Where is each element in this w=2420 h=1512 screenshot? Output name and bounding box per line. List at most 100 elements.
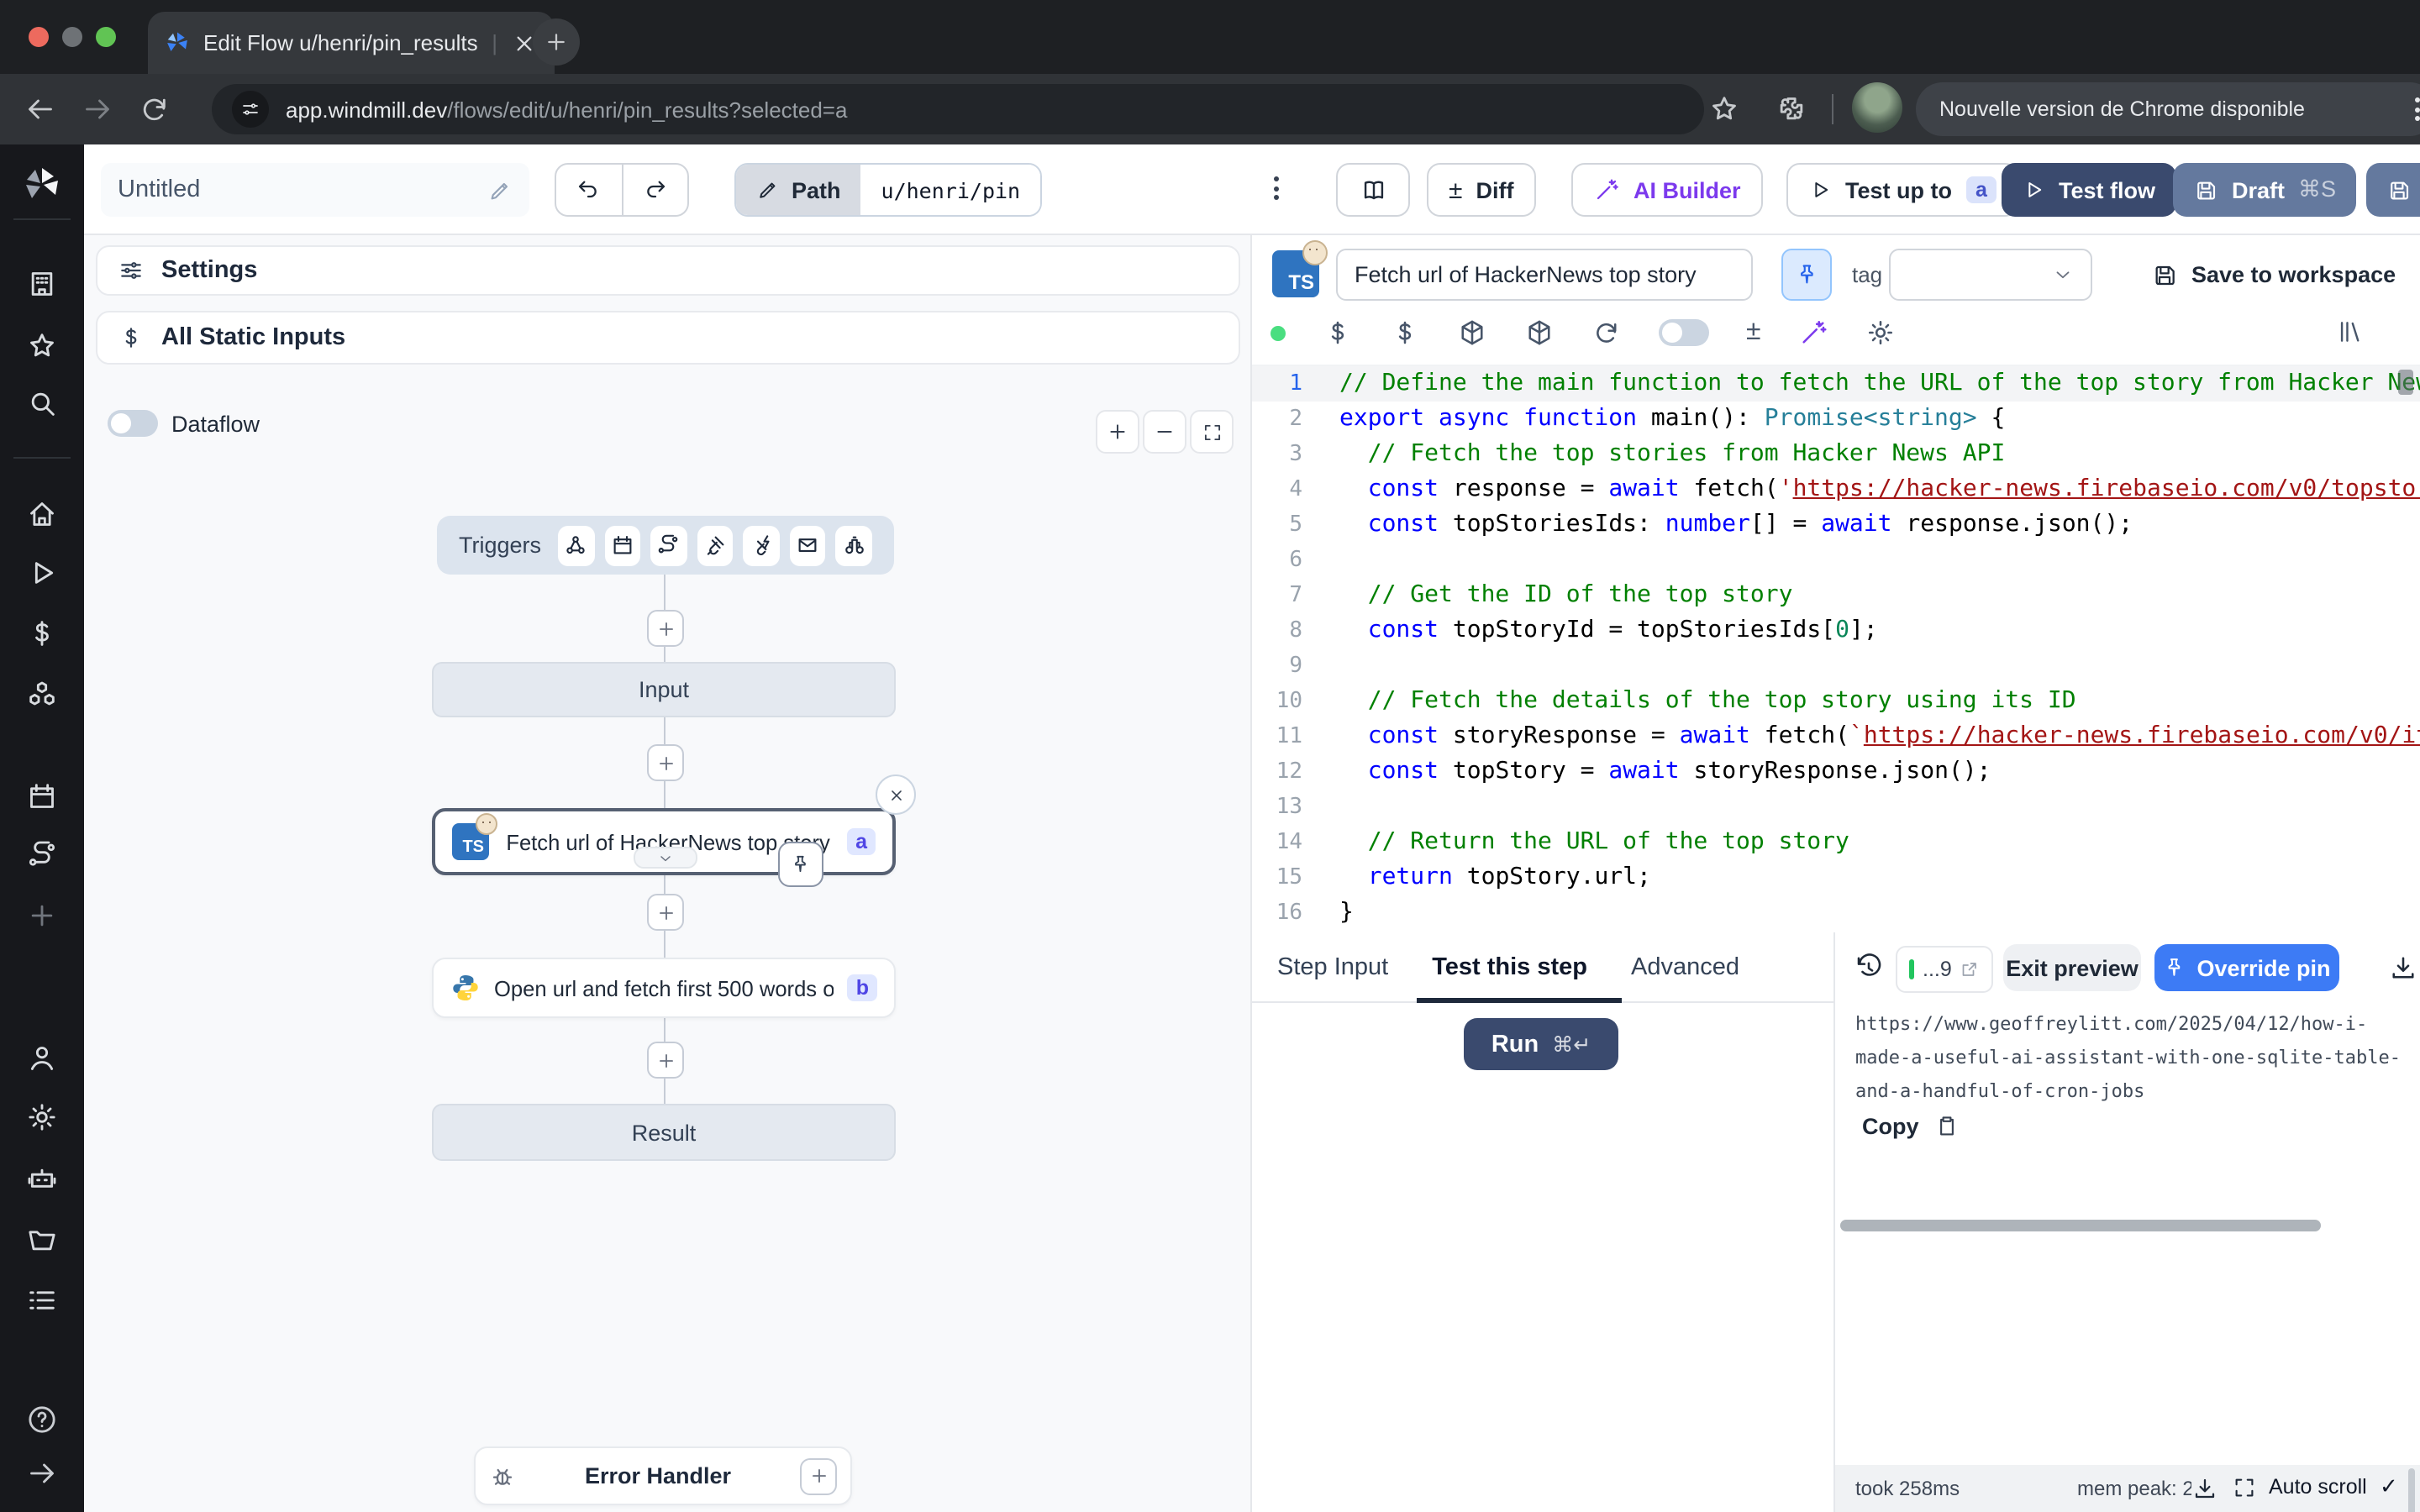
profile-avatar[interactable] — [1852, 82, 1902, 133]
save-to-workspace-button[interactable]: Save to workspace — [2151, 249, 2396, 301]
browser-tab[interactable]: Edit Flow u/henri/pin_results | — [148, 12, 555, 74]
sidebar-item-flows[interactable] — [25, 838, 59, 872]
sidebar-item-schedules[interactable] — [25, 780, 59, 813]
flow-name-input[interactable]: Untitled — [101, 163, 529, 217]
editor-toggle[interactable] — [1659, 319, 1709, 346]
new-tab-button[interactable] — [533, 18, 580, 66]
vertical-scrollbar[interactable] — [2408, 1468, 2415, 1512]
test-up-to-button[interactable]: Test up to a — [1786, 163, 2019, 217]
bookmark-star-icon[interactable] — [1707, 92, 1741, 126]
sidebar-item-resources[interactable] — [25, 679, 59, 712]
webhook-trigger-button[interactable] — [558, 525, 594, 565]
sidebar-item-workspace[interactable] — [25, 267, 59, 301]
redo-button[interactable] — [621, 165, 687, 215]
job-link-badge[interactable]: ...9 — [1896, 946, 1994, 993]
tab-test-this-step[interactable]: Test this step — [1432, 953, 1587, 980]
diff-icon[interactable]: ± — [1746, 318, 1761, 348]
address-bar[interactable]: app.windmill.dev/flows/edit/u/henri/pin_… — [212, 84, 1704, 134]
package-button[interactable] — [1524, 318, 1555, 348]
result-node[interactable]: Result — [432, 1104, 896, 1161]
test-flow-button[interactable]: Test flow — [2002, 163, 2175, 217]
zoom-in-button[interactable] — [1096, 410, 1139, 454]
override-pin-button[interactable]: Override pin — [2154, 944, 2339, 991]
code-editor[interactable]: 1// Define the main function to fetch th… — [1252, 365, 2420, 934]
ai-builder-button[interactable]: AI Builder — [1571, 163, 1763, 217]
draft-button[interactable]: Draft ⌘S — [2173, 163, 2356, 217]
sidebar-item-audit-logs[interactable] — [25, 1284, 59, 1317]
triggers-node[interactable]: Triggers — [437, 516, 894, 575]
sidebar-item-create[interactable] — [25, 899, 59, 932]
sidebar-item-help[interactable] — [25, 1403, 59, 1436]
windmill-logo[interactable] — [22, 165, 62, 205]
sidebar-item-home[interactable] — [25, 497, 59, 531]
extensions-icon[interactable] — [1775, 92, 1808, 126]
history-button[interactable] — [1854, 953, 1884, 983]
dataflow-toggle[interactable] — [108, 410, 158, 437]
sidebar-item-settings[interactable] — [25, 1100, 59, 1134]
fit-view-button[interactable] — [1190, 410, 1234, 454]
sidebar-item-workers[interactable] — [25, 1163, 59, 1196]
site-settings-icon[interactable] — [232, 91, 269, 128]
pinned-step-badge[interactable] — [778, 842, 823, 887]
expand-logs-button[interactable] — [2232, 1475, 2257, 1500]
step-title-input[interactable]: Fetch url of HackerNews top story — [1336, 249, 1753, 301]
tab-step-input[interactable]: Step Input — [1277, 953, 1388, 980]
sidebar-item-runs[interactable] — [25, 556, 59, 590]
add-step-button[interactable] — [647, 744, 684, 781]
forward-button[interactable] — [81, 92, 114, 126]
pin-button-active[interactable] — [1781, 249, 1832, 301]
copy-result-button[interactable]: Copy — [1862, 1114, 1960, 1139]
sidebar-item-search[interactable] — [25, 386, 59, 420]
sidebar-item-favorites[interactable] — [25, 329, 59, 363]
sidebar-item-folders[interactable] — [25, 1223, 59, 1257]
email-trigger-button[interactable] — [790, 525, 826, 565]
add-step-button[interactable] — [647, 1042, 684, 1079]
add-resource-button[interactable] — [1390, 318, 1420, 348]
add-error-handler-button[interactable] — [800, 1457, 837, 1494]
exit-preview-button[interactable]: Exit preview — [2003, 944, 2141, 991]
sidebar-expand-button[interactable] — [25, 1457, 59, 1490]
add-variable-button[interactable] — [1323, 318, 1353, 348]
download-logs-button[interactable] — [2191, 1475, 2218, 1502]
more-menu-button[interactable] — [1274, 176, 1279, 200]
route-trigger-button[interactable] — [650, 525, 687, 565]
window-zoom-button[interactable] — [96, 27, 116, 47]
add-step-button[interactable] — [647, 610, 684, 647]
tab-advanced[interactable]: Advanced — [1631, 953, 1739, 980]
auto-scroll-check[interactable]: ✓ — [2380, 1473, 2398, 1500]
editor-settings-button[interactable] — [1865, 318, 1896, 348]
sidebar-item-users[interactable] — [25, 1042, 59, 1075]
flow-settings-row[interactable]: Settings — [96, 245, 1240, 296]
reset-button[interactable] — [1591, 318, 1622, 348]
download-result-button[interactable] — [2388, 953, 2418, 983]
websocket-trigger-button[interactable] — [697, 525, 733, 565]
kafka-trigger-button[interactable] — [744, 525, 780, 565]
editor-scrollbar-thumb[interactable] — [2398, 370, 2413, 395]
docs-button[interactable] — [1336, 163, 1410, 217]
collapse-step-button[interactable] — [634, 847, 697, 869]
window-minimize-button[interactable] — [62, 27, 82, 47]
library-button[interactable] — [2336, 318, 2365, 346]
sidebar-item-variables[interactable] — [25, 617, 59, 650]
zoom-out-button[interactable] — [1143, 410, 1186, 454]
reload-button[interactable] — [138, 92, 171, 126]
input-node[interactable]: Input — [432, 662, 896, 717]
add-step-button[interactable] — [647, 894, 684, 931]
window-close-button[interactable] — [29, 27, 49, 47]
undo-button[interactable] — [556, 165, 621, 215]
diff-button[interactable]: ± Diff — [1427, 163, 1535, 217]
poll-trigger-button[interactable] — [836, 525, 872, 565]
schedule-trigger-button[interactable] — [604, 525, 640, 565]
deploy-button[interactable]: Deploy — [2366, 163, 2420, 217]
error-handler-node[interactable]: Error Handler — [474, 1446, 852, 1505]
tag-select[interactable] — [1889, 249, 2092, 301]
all-static-inputs-row[interactable]: All Static Inputs — [96, 311, 1240, 365]
package-button[interactable] — [1457, 318, 1487, 348]
back-button[interactable] — [24, 92, 57, 126]
path-button[interactable]: Path u/henri/pin — [734, 163, 1042, 217]
run-button[interactable]: Run ⌘↵ — [1464, 1018, 1618, 1070]
horizontal-scrollbar[interactable] — [1840, 1220, 2321, 1231]
ai-assist-button[interactable] — [1798, 318, 1828, 348]
step-b-node[interactable]: Open url and fetch first 500 words of ..… — [432, 958, 896, 1018]
delete-step-button[interactable] — [876, 774, 916, 815]
